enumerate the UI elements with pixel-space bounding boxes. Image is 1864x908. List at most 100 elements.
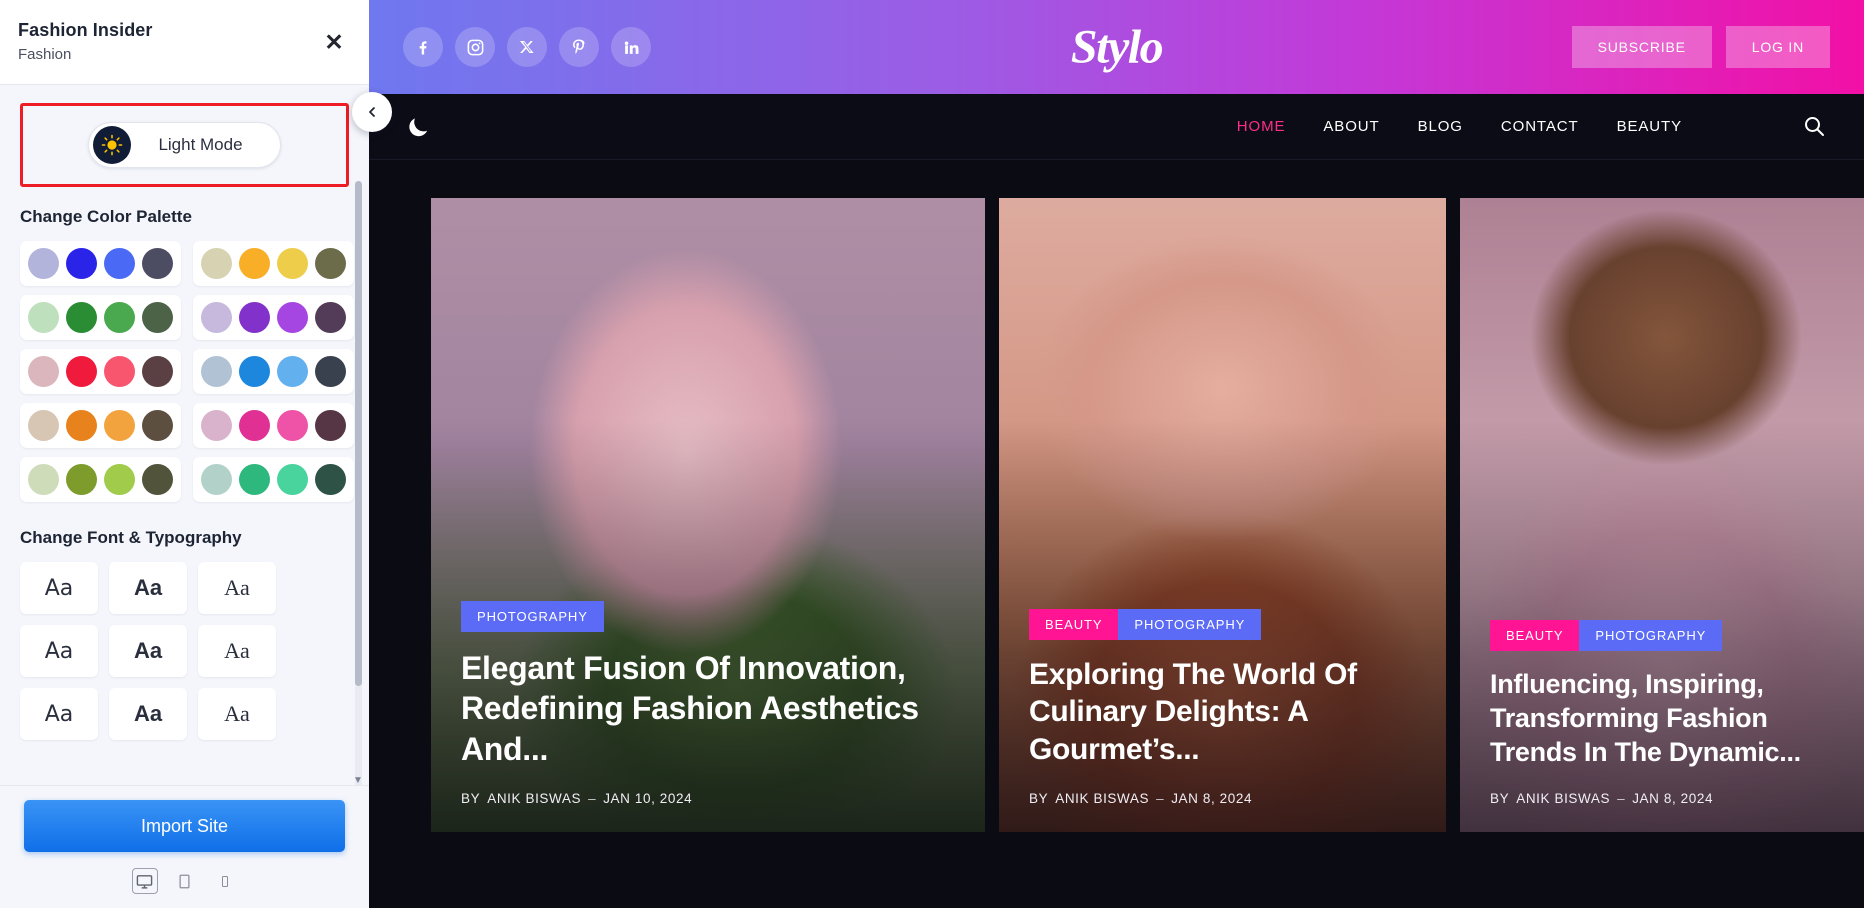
font-option-8[interactable]: Aa [109,688,187,740]
palette-swatch [28,410,59,441]
palette-swatch [239,302,270,333]
tablet-icon[interactable] [172,868,198,894]
light-mode-toggle[interactable]: Light Mode [88,122,281,168]
subscribe-button[interactable]: SUBSCRIBE [1571,26,1712,68]
font-option-1[interactable]: Aa [20,562,98,614]
topbar-actions: SUBSCRIBE LOG IN [1571,26,1830,68]
light-mode-label: Light Mode [158,135,243,154]
desktop-icon[interactable] [131,868,158,894]
palette-swatch [277,410,308,441]
search-icon[interactable] [1802,114,1828,140]
typography-grid: Aa Aa Aa Aa Aa Aa Aa Aa Aa [20,562,349,740]
palette-option-pink-magenta[interactable] [193,403,354,448]
post-by-label: BY [1029,791,1049,806]
palette-option-sky-blue[interactable] [193,349,354,394]
moon-icon[interactable] [405,114,431,140]
social-links [403,27,651,67]
palette-swatch [66,410,97,441]
palette-option-sand-amber[interactable] [193,241,354,286]
post-card[interactable]: BEAUTY PHOTOGRAPHY Exploring The World Of … [999,198,1446,832]
app-root: Fashion Insider Fashion ✕ Light Mode Cha… [0,0,1864,908]
font-option-6[interactable]: Aa [198,625,276,677]
palette-swatch [66,356,97,387]
post-tags: BEAUTY PHOTOGRAPHY [1490,619,1842,651]
palette-swatch [277,302,308,333]
linkedin-icon[interactable] [611,27,651,67]
meta-separator: – [1617,791,1626,806]
panel-body: Light Mode Change Color Palette Change F… [0,85,369,785]
post-date: JAN 10, 2024 [603,791,693,806]
palette-swatch [104,464,135,495]
post-author[interactable]: ANIK BISWAS [1055,791,1149,806]
nav-link-about[interactable]: ABOUT [1323,118,1379,135]
font-option-7[interactable]: Aa [20,688,98,740]
palette-swatch [104,356,135,387]
post-tag-beauty[interactable]: BEAUTY [1490,619,1580,651]
post-card[interactable]: BEAUTY PHOTOGRAPHY Influencing, Inspiring,… [1460,198,1864,832]
palette-swatch [104,302,135,333]
palette-swatch [66,464,97,495]
font-option-2[interactable]: Aa [109,562,187,614]
post-date: JAN 8, 2024 [1632,791,1714,806]
palette-option-teal-emerald[interactable] [193,457,354,502]
post-author[interactable]: ANIK BISWAS [1516,791,1610,806]
close-icon[interactable]: ✕ [319,27,349,57]
palette-swatch [239,410,270,441]
pinterest-icon[interactable] [559,27,599,67]
palette-swatch [104,248,135,279]
font-option-3[interactable]: Aa [198,562,276,614]
font-option-9[interactable]: Aa [198,688,276,740]
mobile-icon[interactable] [212,868,238,894]
post-tag-photography[interactable]: PHOTOGRAPHY [1118,608,1262,640]
post-tag-photography[interactable]: PHOTOGRAPHY [1579,619,1723,651]
typography-heading: Change Font & Typography [20,528,242,547]
post-card-body: PHOTOGRAPHY Elegant Fusion Of Innovation,… [431,601,985,832]
twitter-x-icon[interactable] [507,27,547,67]
palette-option-beige-orange[interactable] [20,403,181,448]
post-by-label: BY [461,791,481,806]
palette-option-mint-green[interactable] [20,295,181,340]
nav-link-blog[interactable]: BLOG [1418,118,1463,135]
palette-swatch [201,302,232,333]
post-card[interactable]: PHOTOGRAPHY Elegant Fusion Of Innovation,… [431,198,985,832]
panel-header: Fashion Insider Fashion ✕ [0,0,369,85]
palette-swatch [277,464,308,495]
page-title: Fashion Insider [18,19,153,40]
nav-link-home[interactable]: HOME [1237,118,1286,135]
palette-option-olive-lime[interactable] [20,457,181,502]
post-tag-photography[interactable]: PHOTOGRAPHY [461,601,604,633]
post-meta: BY ANIK BISWAS – JAN 8, 2024 [1029,791,1416,806]
font-option-4[interactable]: Aa [20,625,98,677]
palette-swatch [201,410,232,441]
import-site-button[interactable]: Import Site [24,800,345,852]
panel-scrollbar-thumb[interactable] [355,181,362,686]
device-preview-switcher [24,868,345,894]
palette-swatch [66,248,97,279]
post-title[interactable]: Influencing, Inspiring, Transforming Fas… [1490,667,1842,769]
facebook-icon[interactable] [403,27,443,67]
post-tags: PHOTOGRAPHY [461,601,955,633]
site-logo[interactable]: Stylo [1071,20,1164,75]
nav-link-contact[interactable]: CONTACT [1501,118,1579,135]
palette-option-blush-red[interactable] [20,349,181,394]
instagram-icon[interactable] [455,27,495,67]
color-palette-grid [20,241,354,502]
palette-swatch [277,248,308,279]
font-option-5[interactable]: Aa [109,625,187,677]
palette-option-lilac-purple[interactable] [193,295,354,340]
login-button[interactable]: LOG IN [1725,26,1830,68]
palette-option-periwinkle-blue[interactable] [20,241,181,286]
post-title[interactable]: Exploring The World Of Culinary Delights… [1029,656,1416,769]
palette-swatch [201,248,232,279]
scrollbar-down-arrow[interactable]: ▼ [351,773,365,786]
nav-link-beauty[interactable]: BEAUTY [1617,118,1682,135]
chevron-left-icon[interactable] [352,92,392,132]
post-author[interactable]: ANIK BISWAS [487,791,581,806]
palette-swatch [239,248,270,279]
palette-swatch [142,302,173,333]
panel-scrollbar-track[interactable] [355,181,362,785]
post-tag-beauty[interactable]: BEAUTY [1029,608,1119,640]
post-title[interactable]: Elegant Fusion Of Innovation, Redefining… [461,648,955,769]
nav-links: HOME ABOUT BLOG CONTACT BEAUTY [1237,118,1682,135]
post-meta: BY ANIK BISWAS – JAN 10, 2024 [461,791,955,806]
